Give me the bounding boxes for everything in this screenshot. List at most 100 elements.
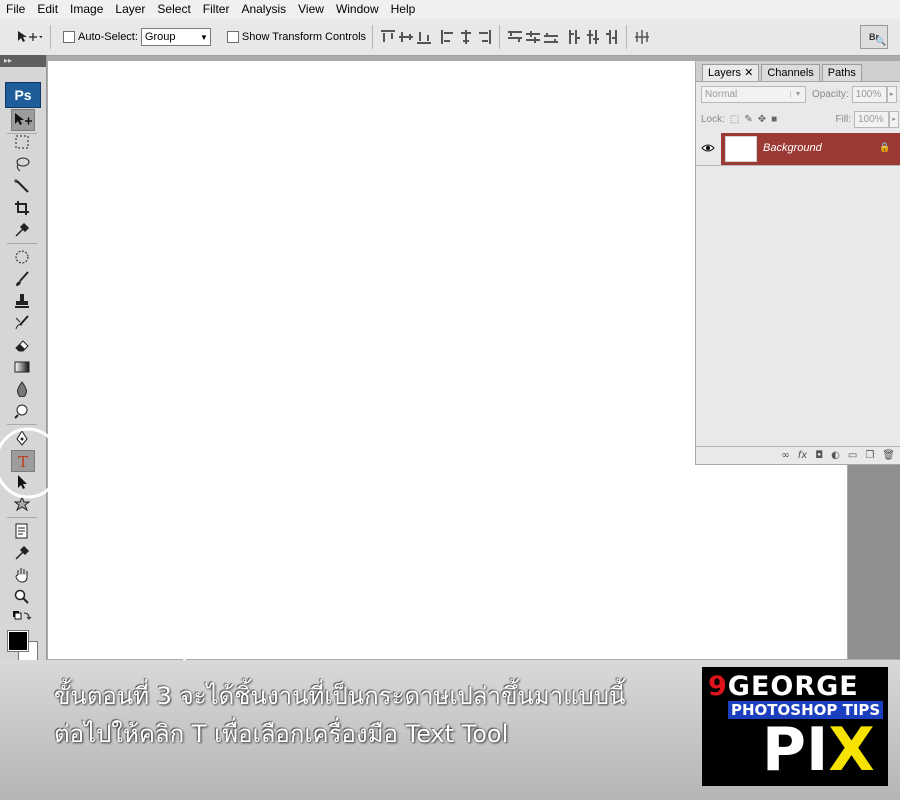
hand-tool[interactable] xyxy=(11,565,33,585)
lock-transparency-icon[interactable]: ⬚ xyxy=(730,114,739,125)
fx-icon[interactable]: fx xyxy=(798,450,807,461)
bridge-button[interactable]: Br 🔍 xyxy=(860,25,888,49)
menu-analysis[interactable]: Analysis xyxy=(235,0,292,19)
tools-panel: ▸▸ Ps T xyxy=(0,55,47,720)
distribute-vcenter-icon[interactable] xyxy=(524,28,542,46)
text-tool[interactable]: T xyxy=(11,450,35,472)
panel-tabs: Layers ✕ Channels Paths xyxy=(696,61,900,82)
link-icon[interactable]: ∞ xyxy=(781,450,789,461)
lasso-tool[interactable] xyxy=(11,154,33,174)
align-top-icon[interactable] xyxy=(379,28,397,46)
path-selection-tool[interactable] xyxy=(11,472,33,492)
auto-select-checkbox[interactable] xyxy=(63,31,75,43)
distribute-hcenter-icon[interactable] xyxy=(584,28,602,46)
visibility-eye-icon[interactable] xyxy=(701,142,715,154)
separator xyxy=(7,517,37,518)
add-mask-icon[interactable]: ◘ xyxy=(815,450,823,461)
adjustment-layer-icon[interactable]: ◐ xyxy=(831,450,840,461)
auto-align-icon[interactable] xyxy=(633,28,651,46)
svg-text:T: T xyxy=(18,453,28,469)
align-hcenter-icon[interactable] xyxy=(457,28,475,46)
logo-accent: 9 xyxy=(708,671,728,702)
eyedropper-tool[interactable] xyxy=(11,220,33,240)
history-brush-tool[interactable] xyxy=(11,313,33,333)
logo-line-1: 9GEORGE xyxy=(708,671,859,702)
quick-selection-tool[interactable] xyxy=(11,176,33,196)
tab-layers[interactable]: Layers ✕ xyxy=(702,64,760,81)
blend-mode-dropdown[interactable]: Normal ▼ xyxy=(701,86,806,103)
layers-panel: Layers ✕ Channels Paths Normal ▼ Opacity… xyxy=(695,60,900,465)
distribute-top-icon[interactable] xyxy=(506,28,524,46)
separator xyxy=(372,25,374,49)
menu-filter[interactable]: Filter xyxy=(197,0,236,19)
search-icon: 🔍 xyxy=(876,37,886,46)
spot-healing-tool[interactable] xyxy=(11,247,33,267)
move-tool-preset-icon[interactable] xyxy=(14,28,44,46)
close-icon[interactable]: ✕ xyxy=(744,67,753,79)
chevron-right-icon[interactable]: ▸ xyxy=(886,86,897,103)
distribute-bottom-icon[interactable] xyxy=(542,28,560,46)
dodge-tool[interactable] xyxy=(11,401,33,421)
notes-tool[interactable] xyxy=(11,521,33,541)
fill-input[interactable]: 100% xyxy=(854,111,889,128)
new-layer-icon[interactable]: ❐ xyxy=(865,450,874,461)
distribute-right-icon[interactable] xyxy=(602,28,620,46)
layer-thumbnail xyxy=(725,136,757,162)
align-bottom-icon[interactable] xyxy=(415,28,433,46)
lock-move-icon[interactable]: ✥ xyxy=(758,114,766,125)
collapse-icon[interactable]: ▸▸ xyxy=(0,55,46,67)
align-vcenter-icon[interactable] xyxy=(397,28,415,46)
default-colors-icon[interactable] xyxy=(11,609,33,623)
opacity-input[interactable]: 100% xyxy=(851,86,887,103)
zoom-tool[interactable] xyxy=(11,587,33,607)
pen-tool[interactable] xyxy=(11,428,33,448)
eraser-tool[interactable] xyxy=(11,335,33,355)
new-group-icon[interactable]: ▭ xyxy=(848,450,857,461)
marquee-tool[interactable] xyxy=(11,132,33,152)
menu-select[interactable]: Select xyxy=(151,0,196,19)
menu-help[interactable]: Help xyxy=(385,0,422,19)
foreground-color-swatch[interactable] xyxy=(7,630,29,652)
menu-image[interactable]: Image xyxy=(64,0,109,19)
clone-stamp-tool[interactable] xyxy=(11,291,33,311)
show-transform-checkbox[interactable] xyxy=(226,31,239,43)
logo-name: GEORGE xyxy=(727,671,859,702)
lock-label: Lock: xyxy=(701,114,725,125)
tab-paths[interactable]: Paths xyxy=(821,64,862,81)
menu-window[interactable]: Window xyxy=(330,0,385,19)
crop-tool[interactable] xyxy=(11,198,33,218)
trash-icon[interactable]: 🗑 xyxy=(882,450,895,461)
separator xyxy=(499,25,501,49)
menu-layer[interactable]: Layer xyxy=(109,0,151,19)
separator xyxy=(50,25,51,49)
fill-label: Fill: xyxy=(835,114,851,125)
options-bar: Auto-Select: Group ▼ Show Transform Cont… xyxy=(0,19,900,56)
caption-line-2: ต่อไปให้คลิก T เพื่อเลือกเครื่องมือ Text… xyxy=(54,720,509,748)
layers-footer: ∞ fx ◘ ◐ ▭ ❐ 🗑 xyxy=(696,446,900,464)
auto-select-dropdown[interactable]: Group ▼ xyxy=(140,28,211,46)
lock-all-icon[interactable]: ■ xyxy=(771,114,777,125)
separator xyxy=(626,25,628,49)
gradient-tool[interactable] xyxy=(11,357,33,377)
chevron-down-icon: ▼ xyxy=(790,91,805,98)
blur-tool[interactable] xyxy=(11,379,33,399)
brush-tool[interactable] xyxy=(11,269,33,289)
separator xyxy=(7,243,37,244)
move-tool[interactable] xyxy=(11,109,35,131)
tab-channels[interactable]: Channels xyxy=(761,64,820,81)
layer-row[interactable]: Background 🔒 xyxy=(696,133,900,166)
eyedropper-tool-2[interactable] xyxy=(11,543,33,563)
lock-brush-icon[interactable]: ✎ xyxy=(744,114,752,125)
menu-view[interactable]: View xyxy=(292,0,330,19)
menu-edit[interactable]: Edit xyxy=(31,0,64,19)
menu-file[interactable]: File xyxy=(0,0,31,19)
site-logo: 9GEORGE PHOTOSHOP TIPS PIX xyxy=(702,667,888,786)
align-right-icon[interactable] xyxy=(475,28,493,46)
align-left-icon[interactable] xyxy=(439,28,457,46)
layer-name[interactable]: Background xyxy=(763,142,822,154)
chevron-right-icon[interactable]: ▸ xyxy=(889,111,899,128)
distribute-left-icon[interactable] xyxy=(566,28,584,46)
caption-line-1: ขั้นตอนที่ 3 จะได้ชิ้นงานที่เป็นกระดาษเป… xyxy=(54,682,626,710)
photoshop-logo[interactable]: Ps xyxy=(5,82,41,108)
shape-tool[interactable] xyxy=(11,494,33,514)
